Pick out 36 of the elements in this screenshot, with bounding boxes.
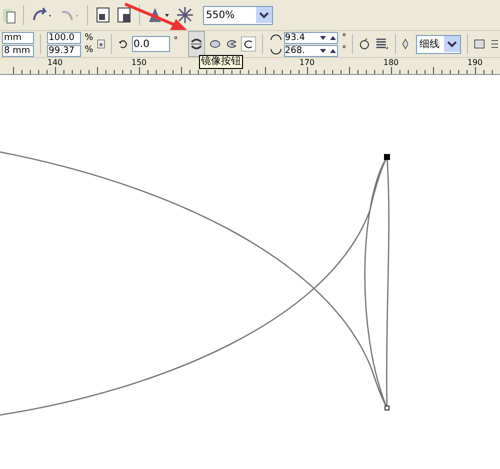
degree-label: ° (342, 44, 346, 56)
paste-icon[interactable] (2, 6, 16, 24)
sparkle-icon[interactable] (176, 6, 194, 24)
start-angle-field[interactable]: 93.4 (284, 32, 338, 44)
end-angle-field[interactable]: 268. (284, 44, 338, 56)
pen-nib-icon[interactable] (402, 36, 408, 52)
import-icon[interactable] (95, 6, 111, 24)
spinner-arrows-icon (318, 34, 337, 42)
ruler-label: 140 (46, 58, 64, 67)
ruler-label: 190 (466, 58, 484, 67)
undo-icon[interactable] (31, 7, 53, 23)
chevron-down-icon (444, 36, 460, 52)
scale-field[interactable]: 99.37 (46, 44, 81, 56)
node-handle (384, 154, 390, 160)
percent-label: % (84, 32, 94, 44)
angle-field[interactable]: 0.0 (132, 36, 170, 52)
chevron-down-icon (256, 7, 272, 23)
percent-label: % (84, 44, 94, 56)
zoom-dropdown[interactable]: 550% (203, 6, 273, 24)
degree-label: ° (342, 32, 346, 44)
degree-label: ° (174, 36, 178, 47)
launcher-icon[interactable] (147, 6, 171, 24)
spinner-arrows-icon (318, 46, 337, 54)
scale-field[interactable]: 100.0 (46, 32, 81, 44)
size-field[interactable]: 8 mm (2, 44, 34, 56)
outline-width-dropdown[interactable]: 细线 (416, 34, 461, 54)
size-field[interactable]: mm (2, 32, 34, 44)
export-icon[interactable] (116, 6, 132, 24)
lock-icon[interactable] (97, 37, 106, 51)
mirror-icon[interactable] (188, 31, 205, 57)
annotation-arrow (123, 2, 189, 32)
ruler-label: 180 (382, 58, 400, 67)
ruler-label: 170 (298, 58, 316, 67)
tooltip: 镜像按钮 (199, 55, 243, 69)
node-handle (384, 406, 390, 410)
ruler-label: 150 (130, 58, 148, 67)
